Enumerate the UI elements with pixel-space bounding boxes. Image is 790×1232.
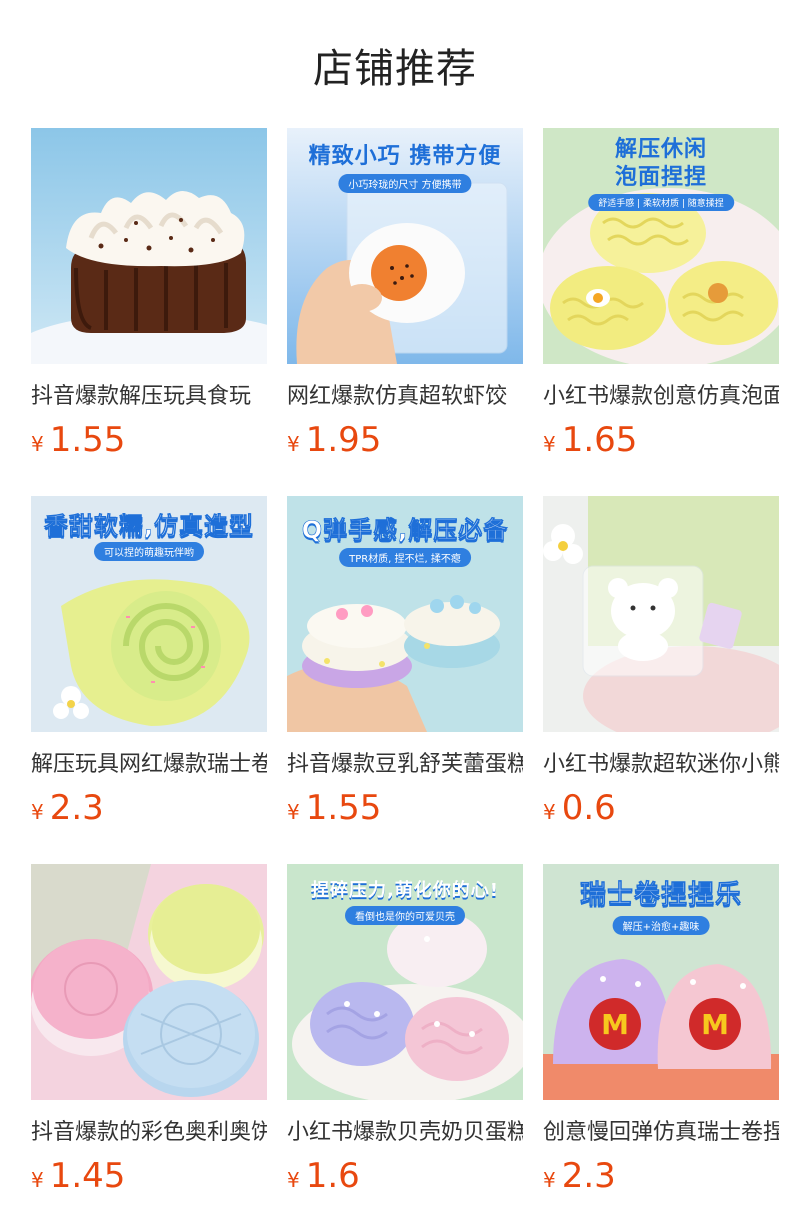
currency-symbol: ¥ xyxy=(31,800,44,824)
shop-recommend-page: 店铺推荐 抖音爆款解压玩具食玩 ¥1.55 精致小巧 携带方便 小巧玲珑的尺寸 … xyxy=(0,0,790,1232)
currency-symbol: ¥ xyxy=(31,1168,44,1192)
image-subbanner: 看倒也是你的可爱贝壳 xyxy=(345,906,465,925)
price-value: 1.45 xyxy=(49,1156,126,1196)
price-value: 1.55 xyxy=(305,788,382,828)
product-name[interactable]: 小红书爆款贝壳奶贝蛋糕 xyxy=(287,1114,523,1146)
price-value: 1.6 xyxy=(305,1156,360,1196)
image-banner: 捏碎压力,萌化你的心! xyxy=(310,880,500,901)
product-price: ¥2.3 xyxy=(543,1156,779,1196)
product-price: ¥1.55 xyxy=(31,420,267,460)
svg-text:M: M xyxy=(601,1008,629,1041)
price-value: 2.3 xyxy=(49,788,104,828)
product-name[interactable]: 网红爆款仿真超软虾饺 xyxy=(287,378,523,410)
product-price: ¥1.55 xyxy=(287,788,523,828)
product-card[interactable]: 香甜软糯,仿真造型 可以捏的萌趣玩伴哟 解压玩具网红爆款瑞士卷 ¥2.3 xyxy=(31,496,267,864)
price-value: 2.3 xyxy=(561,1156,616,1196)
product-price: ¥2.3 xyxy=(31,788,267,828)
product-grid: 抖音爆款解压玩具食玩 ¥1.55 精致小巧 携带方便 小巧玲珑的尺寸 方便携带 … xyxy=(31,128,779,1232)
chocolate-cake-squishy-image xyxy=(31,128,267,364)
bear-squishy-image xyxy=(543,496,779,732)
product-image[interactable] xyxy=(31,128,267,364)
product-name[interactable]: 小红书爆款超软迷你小熊 xyxy=(543,746,779,778)
price-value: 1.95 xyxy=(305,420,382,460)
product-price: ¥1.95 xyxy=(287,420,523,460)
price-value: 1.55 xyxy=(49,420,126,460)
product-name[interactable]: 解压玩具网红爆款瑞士卷 xyxy=(31,746,267,778)
product-name[interactable]: 抖音爆款豆乳舒芙蕾蛋糕 xyxy=(287,746,523,778)
product-image[interactable]: M M 瑞士卷捏捏乐 解压+治愈+趣味 xyxy=(543,864,779,1100)
product-name[interactable]: 创意慢回弹仿真瑞士卷捏捏 xyxy=(543,1114,779,1146)
image-subbanner: 可以捏的萌趣玩伴哟 xyxy=(94,542,204,561)
image-banner: Q弹手感,解压必备 xyxy=(301,516,509,545)
product-image[interactable]: Q弹手感,解压必备 TPR材质, 捏不烂, 揉不瘪 xyxy=(287,496,523,732)
product-price: ¥0.6 xyxy=(543,788,779,828)
oreo-squishy-image xyxy=(31,864,267,1100)
currency-symbol: ¥ xyxy=(543,432,556,456)
product-image[interactable]: 精致小巧 携带方便 小巧玲珑的尺寸 方便携带 xyxy=(287,128,523,364)
image-subbanner: 舒适手感 | 柔软材质 | 随意揉捏 xyxy=(588,194,734,211)
currency-symbol: ¥ xyxy=(543,800,556,824)
currency-symbol: ¥ xyxy=(543,1168,556,1192)
image-banner: 瑞士卷捏捏乐 xyxy=(579,880,742,911)
product-card[interactable]: M M 瑞士卷捏捏乐 解压+治愈+趣味 创意慢回弹仿真瑞士卷捏捏 ¥2.3 xyxy=(543,864,779,1232)
image-subbanner: 解压+治愈+趣味 xyxy=(612,916,710,935)
product-name[interactable]: 小红书爆款创意仿真泡面 xyxy=(543,378,779,410)
product-card[interactable]: 抖音爆款的彩色奥利奥饼干 ¥1.45 xyxy=(31,864,267,1232)
product-image[interactable]: 香甜软糯,仿真造型 可以捏的萌趣玩伴哟 xyxy=(31,496,267,732)
product-name[interactable]: 抖音爆款的彩色奥利奥饼干 xyxy=(31,1114,267,1146)
product-price: ¥1.45 xyxy=(31,1156,267,1196)
product-card[interactable]: 小红书爆款超软迷你小熊 ¥0.6 xyxy=(543,496,779,864)
currency-symbol: ¥ xyxy=(287,1168,300,1192)
price-value: 0.6 xyxy=(561,788,616,828)
product-name[interactable]: 抖音爆款解压玩具食玩 xyxy=(31,378,267,410)
image-banner: 精致小巧 携带方便 xyxy=(308,144,502,169)
currency-symbol: ¥ xyxy=(287,800,300,824)
product-card[interactable]: 精致小巧 携带方便 小巧玲珑的尺寸 方便携带 网红爆款仿真超软虾饺 ¥1.95 xyxy=(287,128,523,496)
currency-symbol: ¥ xyxy=(287,432,300,456)
image-banner: 解压休闲 泡面捏捏 xyxy=(614,137,707,190)
product-card[interactable]: 解压休闲 泡面捏捏 舒适手感 | 柔软材质 | 随意揉捏 小红书爆款创意仿真泡面… xyxy=(543,128,779,496)
product-image[interactable]: 捏碎压力,萌化你的心! 看倒也是你的可爱贝壳 xyxy=(287,864,523,1100)
product-card[interactable]: 捏碎压力,萌化你的心! 看倒也是你的可爱贝壳 小红书爆款贝壳奶贝蛋糕 ¥1.6 xyxy=(287,864,523,1232)
product-card[interactable]: 抖音爆款解压玩具食玩 ¥1.55 xyxy=(31,128,267,496)
price-value: 1.65 xyxy=(561,420,638,460)
product-image[interactable] xyxy=(543,496,779,732)
currency-symbol: ¥ xyxy=(31,432,44,456)
product-price: ¥1.65 xyxy=(543,420,779,460)
product-card[interactable]: Q弹手感,解压必备 TPR材质, 捏不烂, 揉不瘪 抖音爆款豆乳舒芙蕾蛋糕 ¥1… xyxy=(287,496,523,864)
page-title: 店铺推荐 xyxy=(313,46,477,92)
product-image[interactable]: 解压休闲 泡面捏捏 舒适手感 | 柔软材质 | 随意揉捏 xyxy=(543,128,779,364)
image-subbanner: TPR材质, 捏不烂, 揉不瘪 xyxy=(339,548,471,567)
svg-text:M: M xyxy=(701,1008,729,1041)
product-price: ¥1.6 xyxy=(287,1156,523,1196)
image-banner: 香甜软糯,仿真造型 xyxy=(43,512,255,541)
product-image[interactable] xyxy=(31,864,267,1100)
image-subbanner: 小巧玲珑的尺寸 方便携带 xyxy=(338,174,472,193)
